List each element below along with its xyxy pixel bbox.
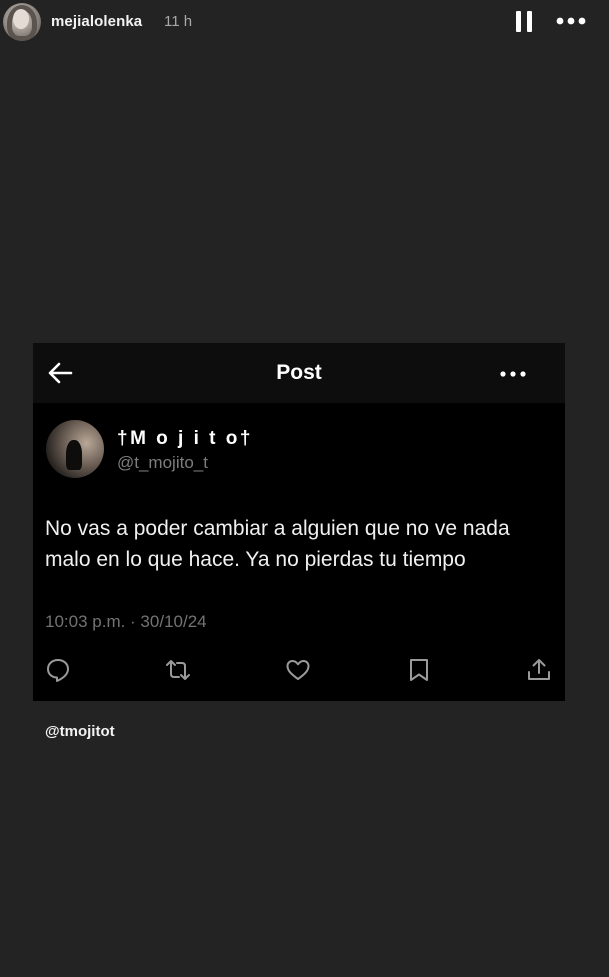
reply-icon[interactable]: [45, 657, 71, 683]
tweet-text: No vas a poder cambiar a alguien que no …: [45, 517, 510, 571]
bookmark-icon[interactable]: [406, 657, 432, 683]
author-avatar[interactable]: [46, 420, 104, 478]
more-icon[interactable]: [555, 13, 587, 29]
story-mention-sticker[interactable]: @tmojitot: [45, 723, 115, 740]
story-header: mejialolenka 11 h: [0, 0, 609, 44]
like-icon[interactable]: [285, 657, 311, 683]
story-avatar[interactable]: [3, 3, 41, 41]
author-name[interactable]: †M o j i t o†: [117, 428, 253, 450]
story-username[interactable]: mejialolenka: [51, 13, 142, 30]
post-more-icon[interactable]: [499, 367, 527, 379]
repost-icon[interactable]: [165, 657, 191, 683]
author-handle[interactable]: @t_mojito_t: [117, 453, 208, 473]
post-topbar: Post: [33, 343, 565, 403]
post-title: Post: [276, 361, 322, 384]
avatar-face: [13, 9, 29, 29]
post-screenshot: Post †M o j i t o† @t_mojito_t No vas a …: [33, 343, 565, 701]
story-time: 11 h: [164, 13, 193, 30]
share-icon[interactable]: [526, 657, 552, 683]
tweet-actions: [33, 653, 565, 687]
avatar-silhouette: [66, 440, 82, 470]
tweet-timestamp: 10:03 p.m. · 30/10/24: [45, 612, 207, 631]
pause-icon[interactable]: [516, 11, 534, 32]
